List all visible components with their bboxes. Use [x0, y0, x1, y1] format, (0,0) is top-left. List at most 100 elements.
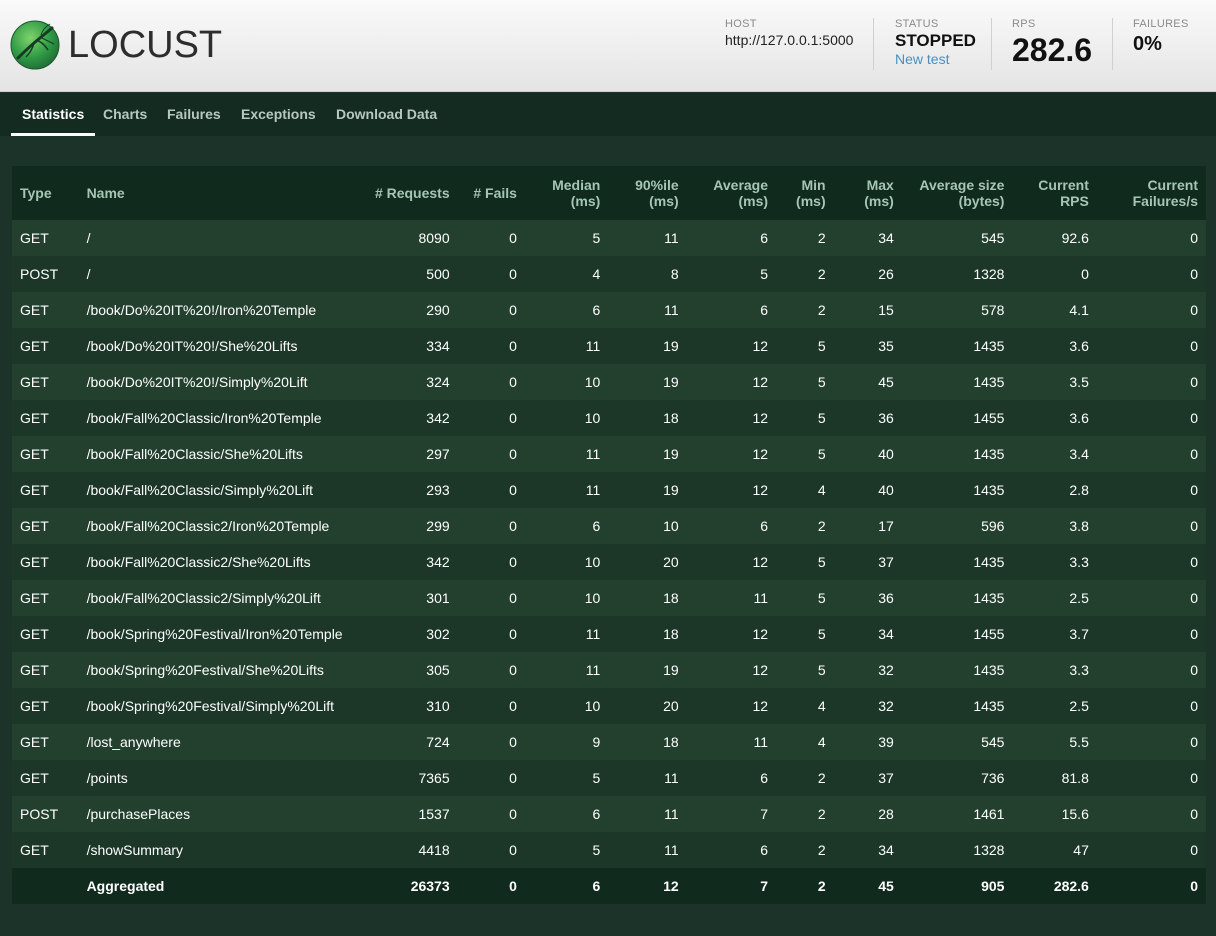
locust-logo-icon	[10, 20, 60, 70]
cell-median: 10	[584, 374, 601, 390]
cell-type: GET	[20, 374, 49, 390]
cell-fails: 0	[509, 266, 517, 282]
tab-failures[interactable]: Failures	[156, 93, 232, 136]
aggregated-cell-avg-size: 905	[981, 878, 1005, 894]
table-row: GET/book/Fall%20Classic2/She%20Lifts 342 0…	[12, 544, 1206, 580]
cell-name: /book/Fall%20Classic2/Simply%20Lift	[86, 590, 321, 606]
cell-current-failures: 0	[1190, 374, 1198, 390]
cell-fails: 0	[509, 842, 517, 858]
cell-current-rps: 2.5	[1069, 698, 1089, 714]
cell-requests: 299	[426, 518, 450, 534]
cell-median: 10	[584, 698, 601, 714]
column-header-p90[interactable]: 90%ile (ms)	[608, 166, 686, 220]
cell-name: /lost_anywhere	[86, 734, 181, 750]
cell-type: GET	[20, 734, 49, 750]
cell-requests: 342	[426, 554, 450, 570]
table-row: GET/book/Spring%20Festival/She%20Lifts 30…	[12, 652, 1206, 688]
cell-fails: 0	[509, 590, 517, 606]
cell-p90: 18	[663, 410, 679, 426]
aggregated-cell-current-rps: 282.6	[1053, 878, 1089, 894]
cell-requests: 4418	[418, 842, 450, 858]
cell-name: /book/Do%20IT%20!/She%20Lifts	[86, 338, 298, 354]
cell-min: 2	[817, 230, 826, 246]
statistics-table: Type Name # Requests # Fails Median (ms) 90%il…	[12, 166, 1206, 904]
statistics-table-container: Type Name # Requests # Fails Median (ms) 90%il…	[12, 166, 1206, 904]
column-header-average[interactable]: Average (ms)	[687, 166, 776, 220]
column-header-avg-size[interactable]: Average size (bytes)	[902, 166, 1013, 220]
cell-type: GET	[20, 554, 49, 570]
cell-requests: 500	[426, 266, 450, 282]
cell-requests: 724	[426, 734, 450, 750]
column-header-min[interactable]: Min (ms)	[776, 166, 834, 220]
column-header-current-failures[interactable]: Current Failures/s	[1097, 166, 1206, 220]
table-body: GET/8090 0 5 11 6 2 34 545 92.6 0 POST/500 0 4 8 5 2 26 1…	[12, 220, 1206, 868]
cell-average: 11	[753, 734, 769, 750]
failures-box: FAILURES 0%	[1133, 18, 1189, 56]
table-row: GET/book/Do%20IT%20!/Iron%20Temple 290 0 6 1…	[12, 292, 1206, 328]
cell-fails: 0	[509, 230, 517, 246]
host-label: HOST	[725, 18, 757, 30]
cell-p90: 18	[663, 734, 679, 750]
cell-p90: 20	[663, 698, 679, 714]
cell-fails: 0	[509, 770, 517, 786]
top-header: LOCUST HOST http://127.0.0.1:5000 STATUS…	[0, 0, 1216, 92]
table-row: GET/showSummary 4418 0 5 11 6 2 34 1328 47 0	[12, 832, 1206, 868]
cell-type: GET	[20, 626, 49, 642]
cell-avg-size: 578	[981, 302, 1005, 318]
column-header-max[interactable]: Max (ms)	[834, 166, 902, 220]
cell-type: GET	[20, 446, 49, 462]
cell-requests: 301	[426, 590, 450, 606]
tab-charts[interactable]: Charts	[92, 93, 158, 136]
cell-median: 9	[592, 734, 601, 750]
cell-p90: 10	[663, 518, 679, 534]
cell-current-failures: 0	[1190, 446, 1198, 462]
cell-min: 4	[817, 482, 826, 498]
cell-type: GET	[20, 230, 49, 246]
cell-fails: 0	[509, 302, 517, 318]
aggregated-cell-average: 7	[760, 878, 769, 894]
cell-average: 5	[760, 266, 769, 282]
host-value: http://127.0.0.1:5000	[725, 32, 854, 48]
cell-median: 10	[584, 590, 601, 606]
tab-exceptions[interactable]: Exceptions	[230, 93, 327, 136]
cell-avg-size: 1328	[973, 266, 1005, 282]
rps-label: RPS	[1012, 18, 1036, 30]
cell-median: 6	[592, 806, 601, 822]
cell-current-failures: 0	[1190, 662, 1198, 678]
tab-statistics[interactable]: Statistics	[11, 93, 96, 136]
cell-requests: 297	[426, 446, 450, 462]
column-header-fails[interactable]: # Fails	[458, 166, 525, 220]
cell-avg-size: 1455	[973, 410, 1005, 426]
cell-name: /book/Spring%20Festival/She%20Lifts	[86, 662, 324, 678]
column-header-requests[interactable]: # Requests	[351, 166, 458, 220]
cell-max: 45	[878, 374, 894, 390]
cell-type: GET	[20, 410, 49, 426]
aggregated-cell-fails: 0	[509, 878, 517, 894]
cell-min: 5	[817, 446, 826, 462]
cell-average: 12	[752, 374, 769, 390]
cell-fails: 0	[509, 482, 517, 498]
cell-max: 36	[878, 410, 894, 426]
column-header-median[interactable]: Median (ms)	[525, 166, 608, 220]
cell-name: /book/Do%20IT%20!/Iron%20Temple	[86, 302, 317, 318]
cell-requests: 342	[426, 410, 450, 426]
cell-type: POST	[20, 266, 59, 282]
tab-download-data[interactable]: Download Data	[325, 93, 448, 136]
cell-max: 34	[878, 842, 894, 858]
cell-min: 4	[817, 698, 826, 714]
cell-current-failures: 0	[1190, 806, 1198, 822]
cell-fails: 0	[509, 554, 517, 570]
cell-current-rps: 92.6	[1061, 230, 1089, 246]
cell-current-rps: 0	[1081, 266, 1089, 282]
aggregated-cell-requests: 26373	[410, 878, 450, 894]
new-test-link[interactable]: New test	[895, 51, 949, 67]
failures-value: 0%	[1133, 33, 1162, 55]
cell-current-rps: 4.1	[1069, 302, 1089, 318]
cell-p90: 20	[663, 554, 679, 570]
cell-p90: 19	[663, 446, 679, 462]
column-header-name[interactable]: Name	[79, 166, 351, 220]
cell-min: 5	[817, 338, 826, 354]
column-header-current-rps[interactable]: Current RPS	[1012, 166, 1096, 220]
cell-name: /book/Do%20IT%20!/Simply%20Lift	[86, 374, 308, 390]
column-header-type[interactable]: Type	[12, 166, 79, 220]
